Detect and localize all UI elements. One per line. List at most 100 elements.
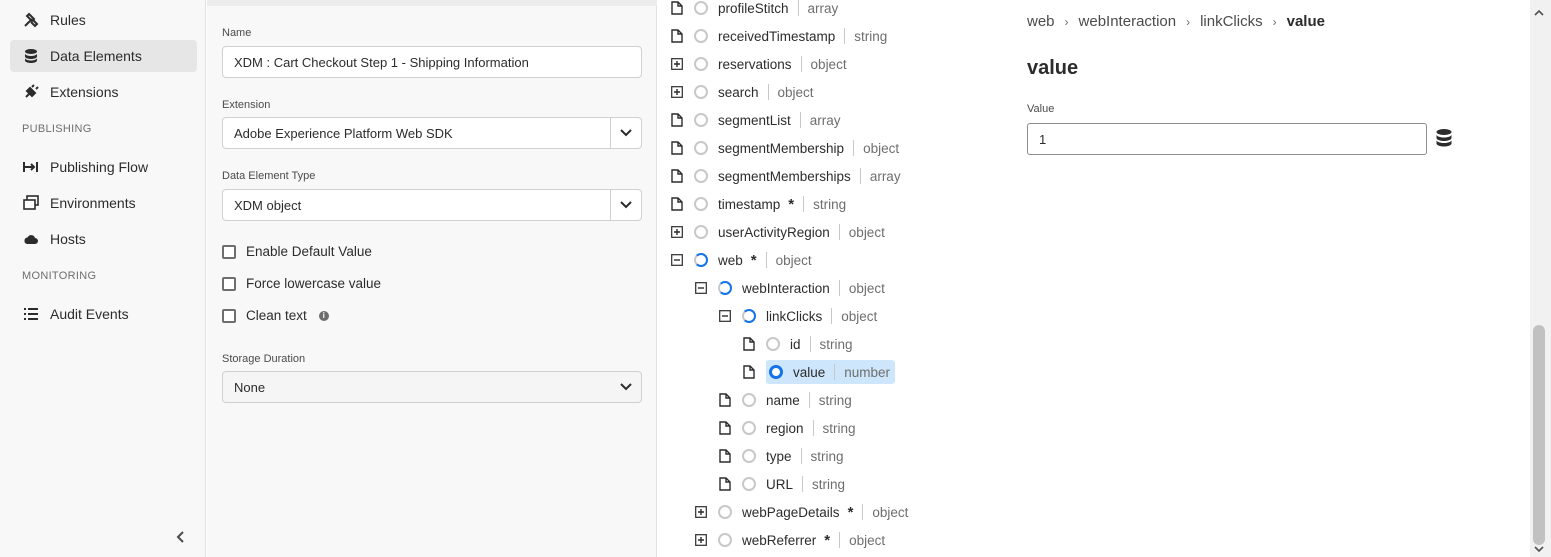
select-radio[interactable] <box>718 505 732 519</box>
select-radio[interactable] <box>766 337 780 351</box>
breadcrumb: web › webInteraction › linkClicks › valu… <box>1027 13 1325 30</box>
divider <box>853 140 855 156</box>
divider <box>859 168 861 184</box>
tree-row[interactable]: webInteraction object <box>694 276 885 300</box>
name-field[interactable]: XDM : Cart Checkout Step 1 - Shipping In… <box>222 46 642 78</box>
select-radio[interactable] <box>742 477 756 491</box>
chevron-down-icon[interactable] <box>610 118 641 148</box>
field-name: receivedTimestamp <box>718 28 836 44</box>
expand-plus-icon[interactable] <box>670 57 684 71</box>
select-radio[interactable] <box>694 29 708 43</box>
data-element-type-dropdown[interactable]: XDM object <box>222 189 642 221</box>
select-radio[interactable] <box>742 393 756 407</box>
partial-select-radio[interactable] <box>742 309 756 323</box>
nav-item-publishing-flow[interactable]: Publishing Flow <box>10 151 197 183</box>
select-radio[interactable] <box>694 225 708 239</box>
breadcrumb-current: value <box>1286 13 1325 30</box>
tree-row-selected[interactable]: value number <box>742 360 896 384</box>
field-type: object <box>848 280 885 296</box>
storage-duration-dropdown[interactable]: None <box>222 371 642 403</box>
field-type: string <box>822 420 856 436</box>
collapse-nav-button[interactable] <box>172 528 190 548</box>
select-radio[interactable] <box>694 1 708 15</box>
scroll-up-arrow-icon[interactable] <box>1534 8 1544 18</box>
tree-row[interactable]: profileStitch array <box>670 0 838 20</box>
nav-item-rules[interactable]: Rules <box>10 4 197 36</box>
value-input[interactable]: 1 <box>1027 123 1427 155</box>
select-radio[interactable] <box>694 141 708 155</box>
tree-row[interactable]: region string <box>718 416 856 440</box>
divider <box>844 28 846 44</box>
scrollbar-thumb[interactable] <box>1533 325 1545 545</box>
chevron-down-icon[interactable] <box>610 372 641 402</box>
tree-row[interactable]: timestamp * string <box>670 192 846 216</box>
nav-item-data-elements[interactable]: Data Elements <box>10 40 197 72</box>
select-radio[interactable] <box>694 113 708 127</box>
selected-field-highlight[interactable]: value number <box>766 360 896 384</box>
collapse-minus-icon[interactable] <box>670 253 684 267</box>
clean-text-checkbox[interactable]: Clean text i <box>222 308 329 323</box>
tree-row[interactable]: name string <box>718 388 852 412</box>
vertical-scrollbar[interactable] <box>1530 0 1551 557</box>
collapse-minus-icon[interactable] <box>694 281 708 295</box>
nav-item-environments[interactable]: Environments <box>10 187 197 219</box>
partial-select-radio[interactable] <box>694 253 708 267</box>
expand-plus-icon[interactable] <box>670 85 684 99</box>
checkbox-label: Clean text <box>246 308 307 323</box>
tree-row[interactable]: URL string <box>718 472 845 496</box>
tree-row[interactable]: segmentMembership object <box>670 136 899 160</box>
select-radio[interactable] <box>694 85 708 99</box>
select-radio[interactable] <box>694 197 708 211</box>
divider <box>838 280 840 296</box>
document-icon <box>670 29 684 43</box>
checkbox-box[interactable] <box>222 308 236 323</box>
breadcrumb-item[interactable]: webInteraction <box>1079 13 1177 30</box>
chevron-down-icon[interactable] <box>610 190 641 220</box>
required-asterisk: * <box>847 503 854 521</box>
data-element-picker-button[interactable] <box>1435 128 1455 148</box>
partial-select-radio[interactable] <box>718 281 732 295</box>
chevron-right-icon: › <box>1186 14 1191 29</box>
checkbox-box[interactable] <box>222 276 236 291</box>
field-type: object <box>775 252 812 268</box>
breadcrumb-item[interactable]: web <box>1027 13 1055 30</box>
tree-row[interactable]: linkClicks object <box>718 304 877 328</box>
enable-default-value-checkbox[interactable]: Enable Default Value <box>222 244 372 259</box>
force-lowercase-checkbox[interactable]: Force lowercase value <box>222 276 381 291</box>
value-text: 1 <box>1039 131 1047 147</box>
collapse-minus-icon[interactable] <box>718 309 732 323</box>
breadcrumb-item[interactable]: linkClicks <box>1200 13 1263 30</box>
extension-dropdown[interactable]: Adobe Experience Platform Web SDK <box>222 117 642 149</box>
tree-row[interactable]: webReferrer * object <box>694 528 885 552</box>
field-name: type <box>766 448 792 464</box>
scroll-down-arrow-icon[interactable] <box>1534 544 1544 554</box>
checkbox-box[interactable] <box>222 244 236 259</box>
select-radio[interactable] <box>742 421 756 435</box>
select-radio[interactable] <box>718 533 732 547</box>
tree-row[interactable]: type string <box>718 444 844 468</box>
environments-icon <box>22 194 40 212</box>
tree-row[interactable]: id string <box>742 332 853 356</box>
tree-row[interactable]: reservations object <box>670 52 847 76</box>
select-radio[interactable] <box>694 57 708 71</box>
field-name: segmentMembership <box>718 140 845 156</box>
tree-row[interactable]: web * object <box>670 248 812 272</box>
info-icon[interactable]: i <box>318 310 329 321</box>
expand-plus-icon[interactable] <box>694 533 708 547</box>
select-radio[interactable] <box>694 169 708 183</box>
nav-item-audit-events[interactable]: Audit Events <box>10 298 197 330</box>
nav-item-extensions[interactable]: Extensions <box>10 76 197 108</box>
tree-row[interactable]: webPageDetails * object <box>694 500 908 524</box>
tree-row[interactable]: segmentList array <box>670 108 841 132</box>
expand-plus-icon[interactable] <box>694 505 708 519</box>
expand-plus-icon[interactable] <box>670 225 684 239</box>
selected-radio[interactable] <box>769 365 783 379</box>
tree-row[interactable]: segmentMemberships array <box>670 164 901 188</box>
tree-row[interactable]: search object <box>670 80 814 104</box>
nav-item-hosts[interactable]: Hosts <box>10 223 197 255</box>
field-type: string <box>812 476 846 492</box>
select-radio[interactable] <box>742 449 756 463</box>
tree-row[interactable]: receivedTimestamp string <box>670 24 887 48</box>
tree-row[interactable]: userActivityRegion object <box>670 220 885 244</box>
field-name: webReferrer <box>742 532 817 548</box>
